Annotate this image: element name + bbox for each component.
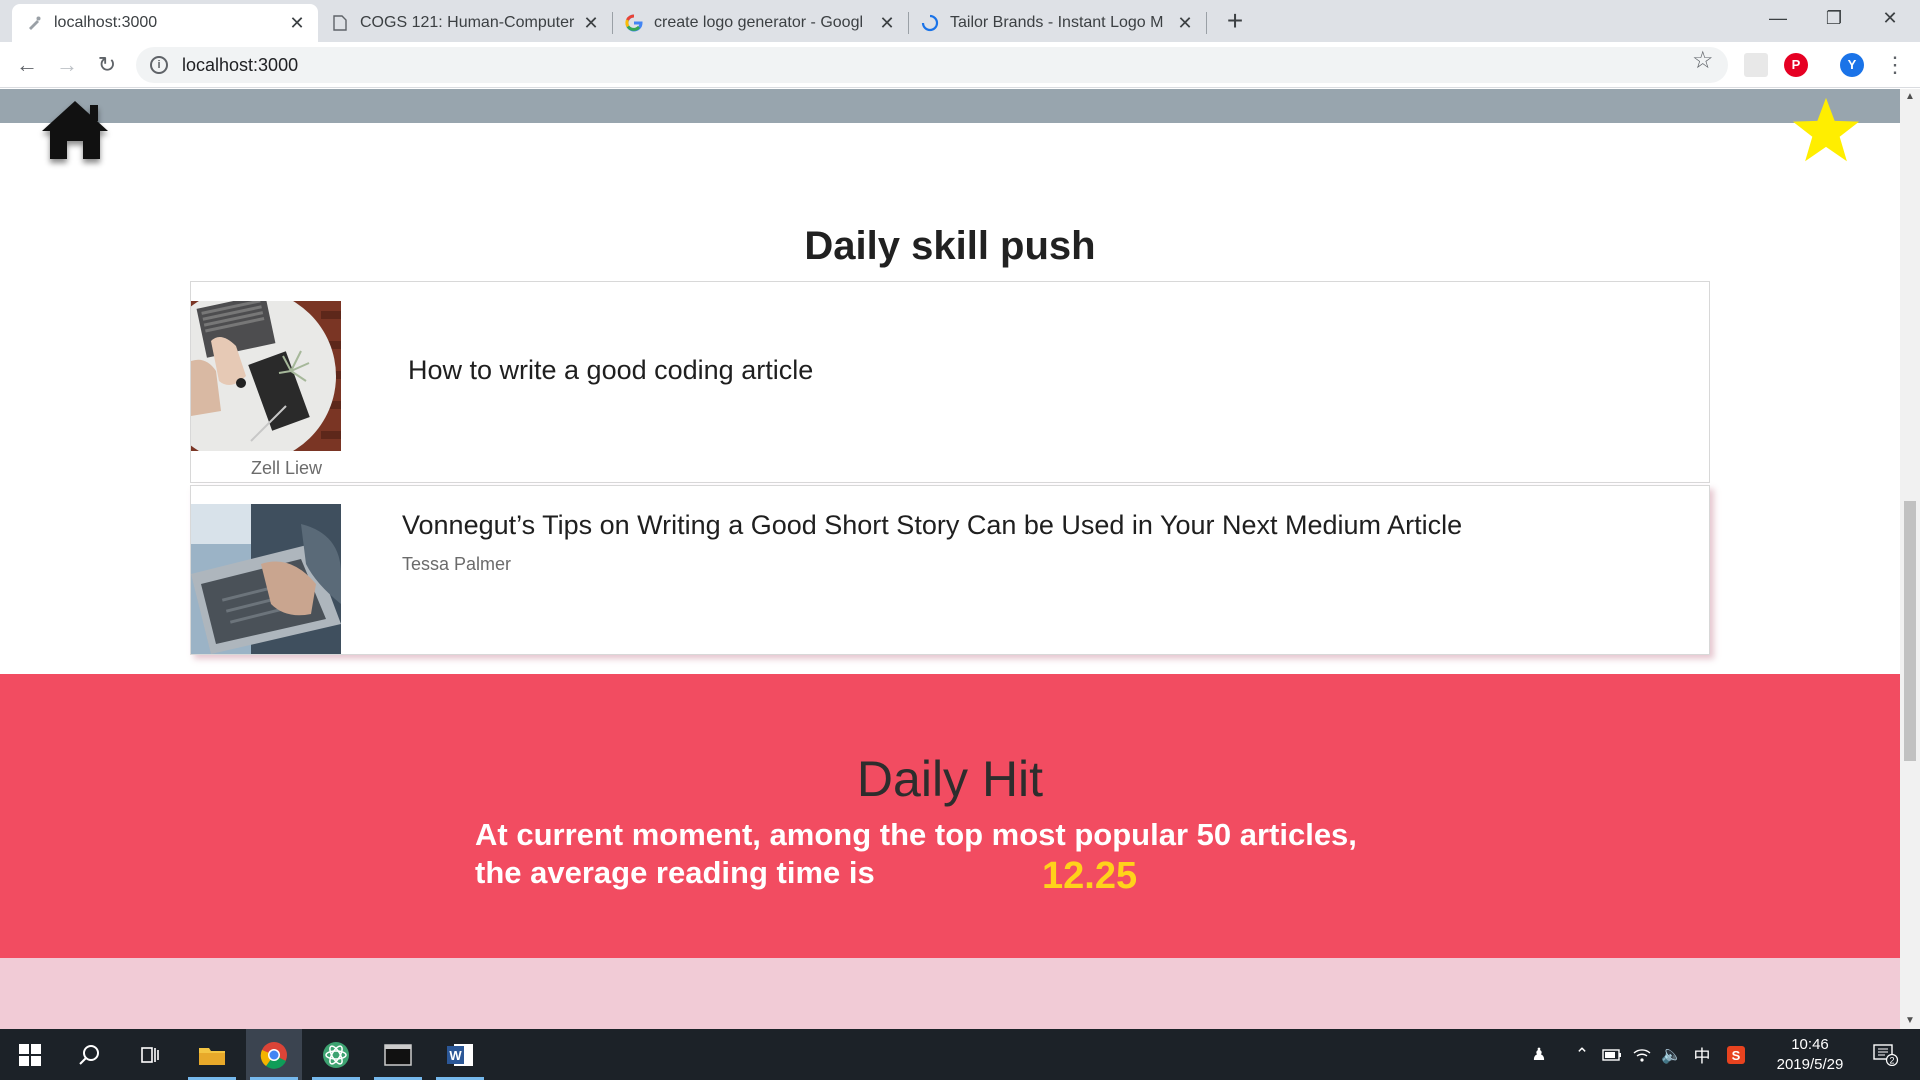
wifi-icon[interactable] xyxy=(1630,1029,1654,1080)
clock-date: 2019/5/29 xyxy=(1776,1056,1844,1073)
close-tab-icon[interactable]: ✕ xyxy=(288,13,306,34)
restore-button[interactable]: ❐ xyxy=(1806,0,1862,36)
volume-icon[interactable]: 🔈 xyxy=(1660,1029,1684,1080)
windows-start-icon[interactable] xyxy=(2,1029,58,1080)
clock-time: 10:46 xyxy=(1791,1036,1829,1053)
loading-spinner-icon xyxy=(920,13,940,33)
article-card[interactable]: How to write a good coding article Zell … xyxy=(190,281,1710,483)
terminal-icon[interactable] xyxy=(370,1029,426,1080)
daily-hit-title: Daily Hit xyxy=(856,751,1044,807)
close-tab-icon[interactable]: ✕ xyxy=(1176,13,1194,34)
notification-count: 2 xyxy=(1889,1055,1894,1065)
page-scrollbar[interactable]: ▲ ▼ xyxy=(1900,89,1920,1029)
extension-icon[interactable] xyxy=(1744,53,1768,77)
profile-avatar[interactable]: Y xyxy=(1840,53,1864,77)
document-icon xyxy=(330,13,350,33)
action-center-icon[interactable]: 2 xyxy=(1866,1029,1906,1080)
tab-tailor-brands[interactable]: Tailor Brands - Instant Logo M ✕ xyxy=(908,4,1206,42)
address-url: localhost:3000 xyxy=(182,54,299,75)
daily-hit-text-line1: At current moment, among the top most po… xyxy=(475,817,1357,852)
daily-hit-section: Daily Hit At current moment, among the t… xyxy=(0,674,1900,958)
people-icon[interactable]: ♟ xyxy=(1524,1029,1554,1080)
scroll-up-arrow-icon[interactable]: ▲ xyxy=(1900,91,1920,102)
windows-taskbar: W ♟ ⌃ 🔈 中 S 10:46 2019/5/29 2 xyxy=(0,1029,1920,1080)
close-tab-icon[interactable]: ✕ xyxy=(582,13,600,34)
favorite-star-icon[interactable] xyxy=(1790,95,1862,167)
chrome-icon[interactable] xyxy=(246,1029,302,1080)
close-window-button[interactable]: ✕ xyxy=(1862,0,1918,36)
tab-label: COGS 121: Human-Computer xyxy=(360,14,575,31)
scrollbar-thumb[interactable] xyxy=(1904,501,1916,761)
top-nav-band xyxy=(0,89,1900,123)
input-method-indicator[interactable]: 中 xyxy=(1690,1029,1714,1080)
tab-label: create logo generator - Googl xyxy=(654,14,864,31)
search-icon[interactable] xyxy=(62,1029,118,1080)
browser-toolbar: ← → ↻ i localhost:3000 ☆ P Y ⋮ xyxy=(0,42,1920,88)
article-title[interactable]: How to write a good coding article xyxy=(408,355,813,386)
tab-separator xyxy=(1206,12,1207,34)
bookmark-star-icon[interactable]: ☆ xyxy=(1692,46,1714,75)
average-reading-time-value: 12.25 xyxy=(1042,855,1138,897)
svg-text:W: W xyxy=(449,1048,462,1063)
article-author: Zell Liew xyxy=(251,458,323,478)
article-thumbnail xyxy=(191,301,341,451)
article-author: Tessa Palmer xyxy=(402,554,512,574)
minimize-button[interactable]: — xyxy=(1750,0,1806,36)
page-viewport: Daily skill push How to write a good cod… xyxy=(0,89,1900,1029)
article-thumbnail xyxy=(191,504,341,654)
home-icon[interactable] xyxy=(40,99,110,161)
pinterest-icon[interactable]: P xyxy=(1784,53,1808,77)
show-hidden-icons-icon[interactable]: ⌃ xyxy=(1572,1029,1592,1080)
task-view-icon[interactable] xyxy=(122,1029,178,1080)
browser-menu-icon[interactable]: ⋮ xyxy=(1884,50,1906,80)
word-icon[interactable]: W xyxy=(432,1029,488,1080)
article-card[interactable]: Vonnegut’s Tips on Writing a Good Short … xyxy=(190,485,1710,655)
battery-icon[interactable] xyxy=(1600,1029,1624,1080)
sogou-input-icon[interactable]: S xyxy=(1724,1029,1748,1080)
scroll-down-arrow-icon[interactable]: ▼ xyxy=(1900,1015,1920,1026)
tab-label: Tailor Brands - Instant Logo M xyxy=(950,14,1164,31)
atom-editor-icon[interactable] xyxy=(308,1029,364,1080)
article-title[interactable]: Vonnegut’s Tips on Writing a Good Short … xyxy=(402,510,1462,541)
reload-button[interactable]: ↻ xyxy=(92,50,122,80)
forward-button[interactable]: → xyxy=(52,50,82,80)
browser-tab-strip: localhost:3000 ✕ COGS 121: Human-Compute… xyxy=(0,0,1920,42)
close-tab-icon[interactable]: ✕ xyxy=(878,13,896,34)
new-tab-button[interactable]: + xyxy=(1220,6,1250,36)
tab-cogs121[interactable]: COGS 121: Human-Computer ✕ xyxy=(318,4,612,42)
taskbar-clock[interactable]: 10:46 2019/5/29 xyxy=(1760,1035,1860,1075)
google-icon xyxy=(624,13,644,33)
bottom-section-band xyxy=(0,958,1900,1029)
site-info-icon[interactable]: i xyxy=(150,56,168,74)
address-bar[interactable]: i localhost:3000 xyxy=(136,47,1728,83)
back-button[interactable]: ← xyxy=(12,50,42,80)
daily-hit-text-line2: the average reading time is xyxy=(475,855,875,890)
tab-google-search[interactable]: create logo generator - Googl ✕ xyxy=(612,4,908,42)
tab-localhost[interactable]: localhost:3000 ✕ xyxy=(12,4,318,42)
svg-text:S: S xyxy=(1732,1048,1741,1063)
page-favicon-icon xyxy=(24,13,44,33)
file-explorer-icon[interactable] xyxy=(184,1029,240,1080)
skill-section-title: Daily skill push xyxy=(804,224,1096,268)
tab-label: localhost:3000 xyxy=(54,14,158,31)
